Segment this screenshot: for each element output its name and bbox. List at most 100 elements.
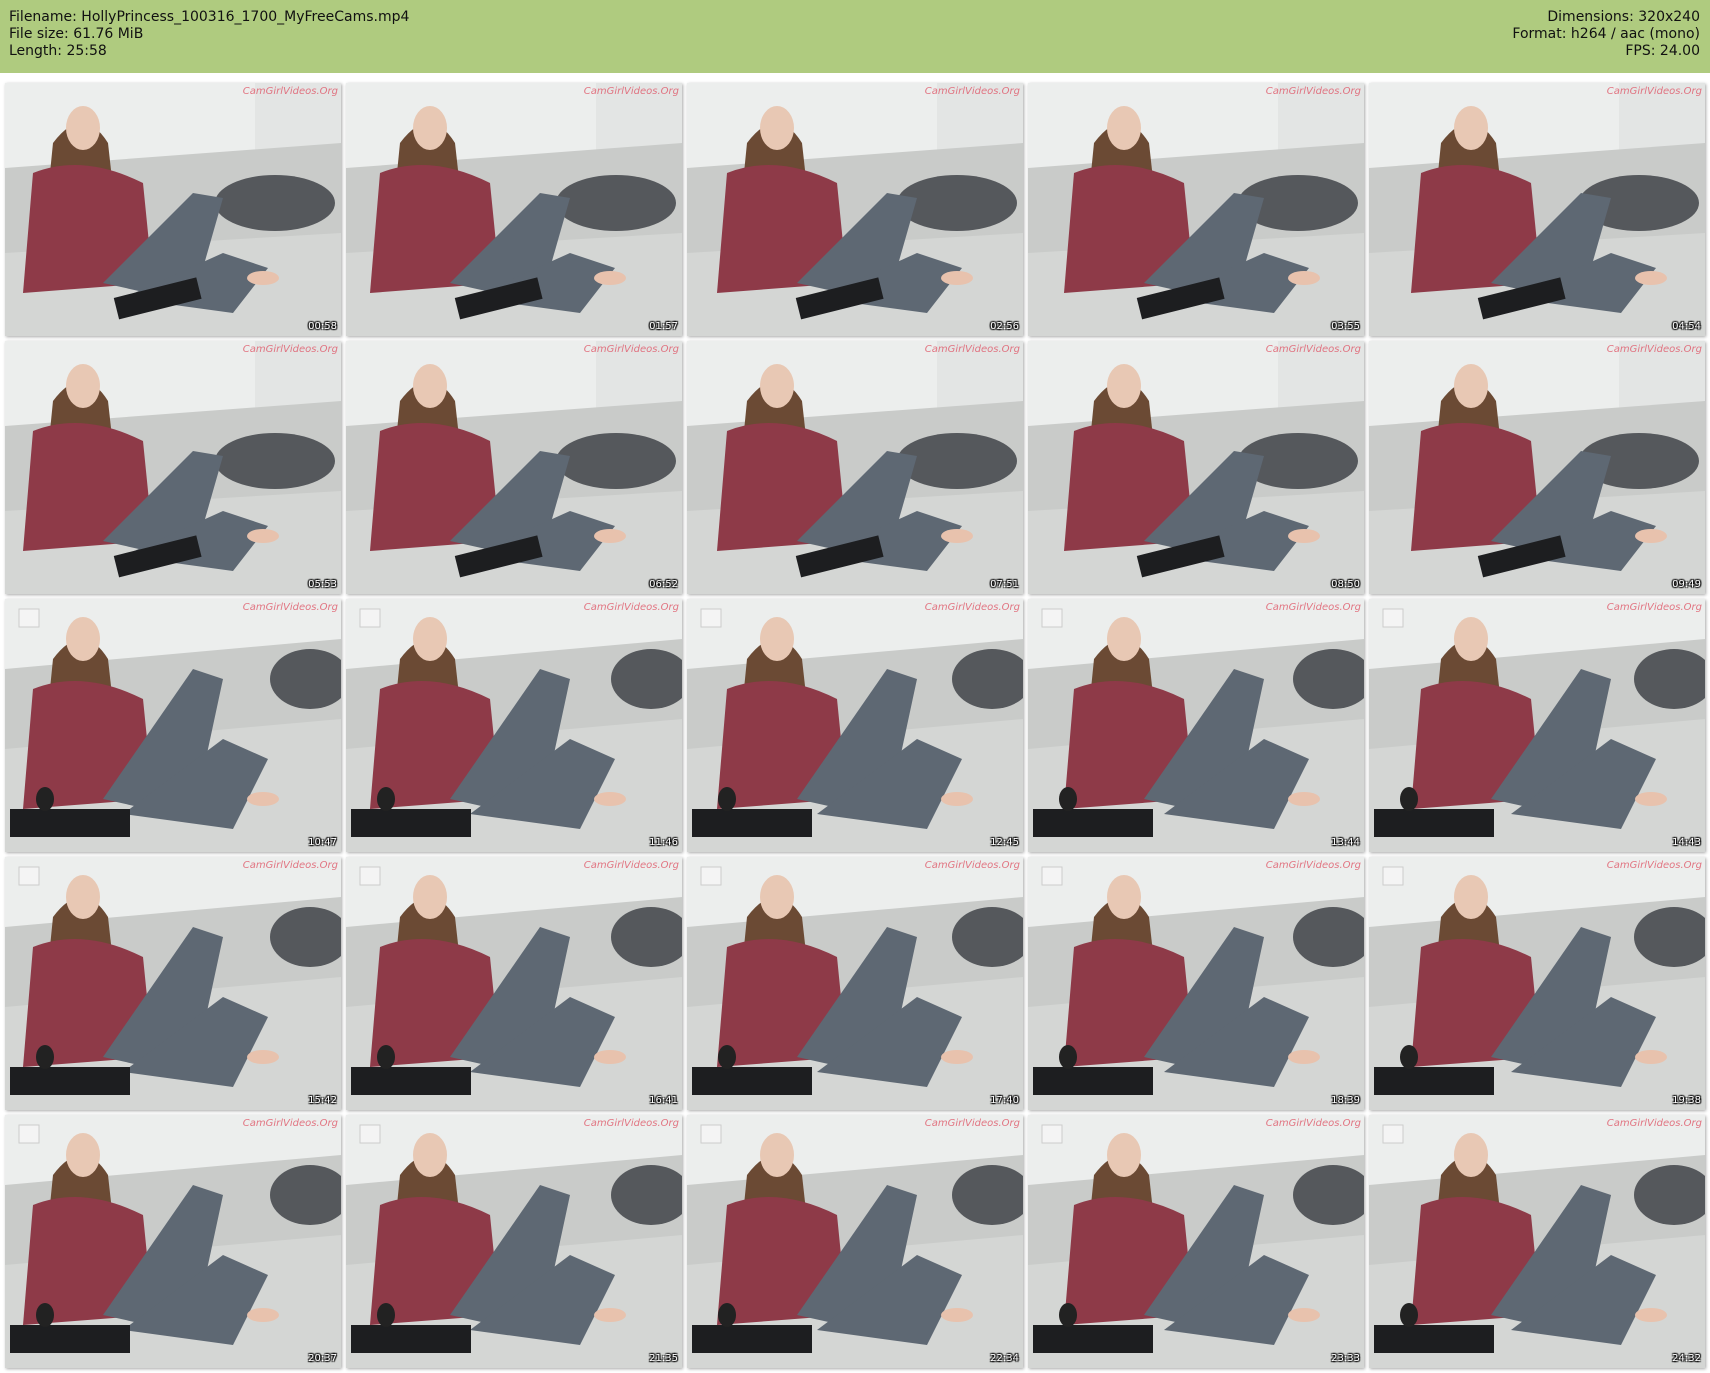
video-thumbnail[interactable]: CamGirlVideos.Org 07:51 [687,341,1023,594]
watermark-text: CamGirlVideos.Org [583,344,679,355]
timestamp-label: 03:55 [1331,321,1360,332]
length-text: Length: 25:58 [9,43,107,59]
watermark-text: CamGirlVideos.Org [924,602,1020,613]
file-info-left: Filename: HollyPrincess_100316_1700_MyFr… [9,9,409,60]
timestamp-label: 21:35 [649,1353,678,1364]
watermark-text: CamGirlVideos.Org [583,860,679,871]
timestamp-label: 08:50 [1331,579,1360,590]
timestamp-label: 01:57 [649,321,678,332]
timestamp-label: 18:39 [1331,1095,1360,1106]
frame-image [1028,1115,1364,1368]
video-thumbnail[interactable]: CamGirlVideos.Org 23:33 [1028,1115,1364,1368]
watermark-text: CamGirlVideos.Org [1606,1118,1702,1129]
timestamp-label: 05:53 [308,579,337,590]
frame-image [346,599,682,852]
info-header: Filename: HollyPrincess_100316_1700_MyFr… [0,0,1710,73]
watermark-text: CamGirlVideos.Org [1265,602,1361,613]
watermark-text: CamGirlVideos.Org [1265,344,1361,355]
frame-image [1028,857,1364,1110]
timestamp-label: 12:45 [990,837,1019,848]
watermark-text: CamGirlVideos.Org [583,86,679,97]
timestamp-label: 24:32 [1672,1353,1701,1364]
video-thumbnail[interactable]: CamGirlVideos.Org 01:57 [346,83,682,336]
frame-image [5,83,341,336]
watermark-text: CamGirlVideos.Org [1265,860,1361,871]
timestamp-label: 22:34 [990,1353,1019,1364]
frame-image [687,83,1023,336]
timestamp-label: 06:52 [649,579,678,590]
video-thumbnail[interactable]: CamGirlVideos.Org 18:39 [1028,857,1364,1110]
timestamp-label: 20:37 [308,1353,337,1364]
watermark-text: CamGirlVideos.Org [924,1118,1020,1129]
video-thumbnail[interactable]: CamGirlVideos.Org 24:32 [1369,1115,1705,1368]
frame-image [687,341,1023,594]
frame-image [5,857,341,1110]
video-thumbnail[interactable]: CamGirlVideos.Org 19:38 [1369,857,1705,1110]
video-thumbnail[interactable]: CamGirlVideos.Org 02:56 [687,83,1023,336]
timestamp-label: 09:49 [1672,579,1701,590]
timestamp-label: 23:33 [1331,1353,1360,1364]
video-thumbnail[interactable]: CamGirlVideos.Org 21:35 [346,1115,682,1368]
frame-image [687,857,1023,1110]
watermark-text: CamGirlVideos.Org [242,344,338,355]
frame-image [5,341,341,594]
video-thumbnail[interactable]: CamGirlVideos.Org 12:45 [687,599,1023,852]
frame-image [1369,1115,1705,1368]
frame-image [687,1115,1023,1368]
watermark-text: CamGirlVideos.Org [1606,344,1702,355]
timestamp-label: 15:42 [308,1095,337,1106]
format-text: Format: h264 / aac (mono) [1512,26,1700,42]
frame-image [5,1115,341,1368]
timestamp-label: 04:54 [1672,321,1701,332]
frame-image [1369,83,1705,336]
video-thumbnail[interactable]: CamGirlVideos.Org 04:54 [1369,83,1705,336]
timestamp-label: 14:43 [1672,837,1701,848]
watermark-text: CamGirlVideos.Org [242,860,338,871]
frame-image [1369,599,1705,852]
watermark-text: CamGirlVideos.Org [1606,860,1702,871]
timestamp-label: 07:51 [990,579,1019,590]
video-thumbnail[interactable]: CamGirlVideos.Org 03:55 [1028,83,1364,336]
video-thumbnail[interactable]: CamGirlVideos.Org 13:44 [1028,599,1364,852]
watermark-text: CamGirlVideos.Org [583,602,679,613]
video-thumbnail[interactable]: CamGirlVideos.Org 16:41 [346,857,682,1110]
video-thumbnail[interactable]: CamGirlVideos.Org 06:52 [346,341,682,594]
timestamp-label: 17:40 [990,1095,1019,1106]
watermark-text: CamGirlVideos.Org [242,602,338,613]
watermark-text: CamGirlVideos.Org [924,860,1020,871]
video-thumbnail[interactable]: CamGirlVideos.Org 10:47 [5,599,341,852]
watermark-text: CamGirlVideos.Org [1606,86,1702,97]
watermark-text: CamGirlVideos.Org [242,86,338,97]
frame-image [346,341,682,594]
frame-image [1028,341,1364,594]
video-thumbnail[interactable]: CamGirlVideos.Org 17:40 [687,857,1023,1110]
timestamp-label: 16:41 [649,1095,678,1106]
dimensions-text: Dimensions: 320x240 [1547,9,1700,25]
video-thumbnail[interactable]: CamGirlVideos.Org 08:50 [1028,341,1364,594]
frame-image [5,599,341,852]
frame-image [1028,599,1364,852]
video-thumbnail[interactable]: CamGirlVideos.Org 14:43 [1369,599,1705,852]
timestamp-label: 13:44 [1331,837,1360,848]
video-thumbnail[interactable]: CamGirlVideos.Org 22:34 [687,1115,1023,1368]
timestamp-label: 11:46 [649,837,678,848]
watermark-text: CamGirlVideos.Org [242,1118,338,1129]
thumbnail-grid: CamGirlVideos.Org 00:58 CamGirlVideos.Org… [5,83,1707,1369]
fps-text: FPS: 24.00 [1625,43,1700,59]
timestamp-label: 02:56 [990,321,1019,332]
filename-text: Filename: HollyPrincess_100316_1700_MyFr… [9,9,410,25]
watermark-text: CamGirlVideos.Org [1265,86,1361,97]
frame-image [1369,857,1705,1110]
frame-image [346,857,682,1110]
video-thumbnail[interactable]: CamGirlVideos.Org 05:53 [5,341,341,594]
video-thumbnail[interactable]: CamGirlVideos.Org 15:42 [5,857,341,1110]
watermark-text: CamGirlVideos.Org [1265,1118,1361,1129]
video-thumbnail[interactable]: CamGirlVideos.Org 20:37 [5,1115,341,1368]
watermark-text: CamGirlVideos.Org [1606,602,1702,613]
video-thumbnail[interactable]: CamGirlVideos.Org 09:49 [1369,341,1705,594]
filesize-text: File size: 61.76 MiB [9,26,144,42]
watermark-text: CamGirlVideos.Org [924,86,1020,97]
video-thumbnail[interactable]: CamGirlVideos.Org 00:58 [5,83,341,336]
video-thumbnail[interactable]: CamGirlVideos.Org 11:46 [346,599,682,852]
watermark-text: CamGirlVideos.Org [583,1118,679,1129]
